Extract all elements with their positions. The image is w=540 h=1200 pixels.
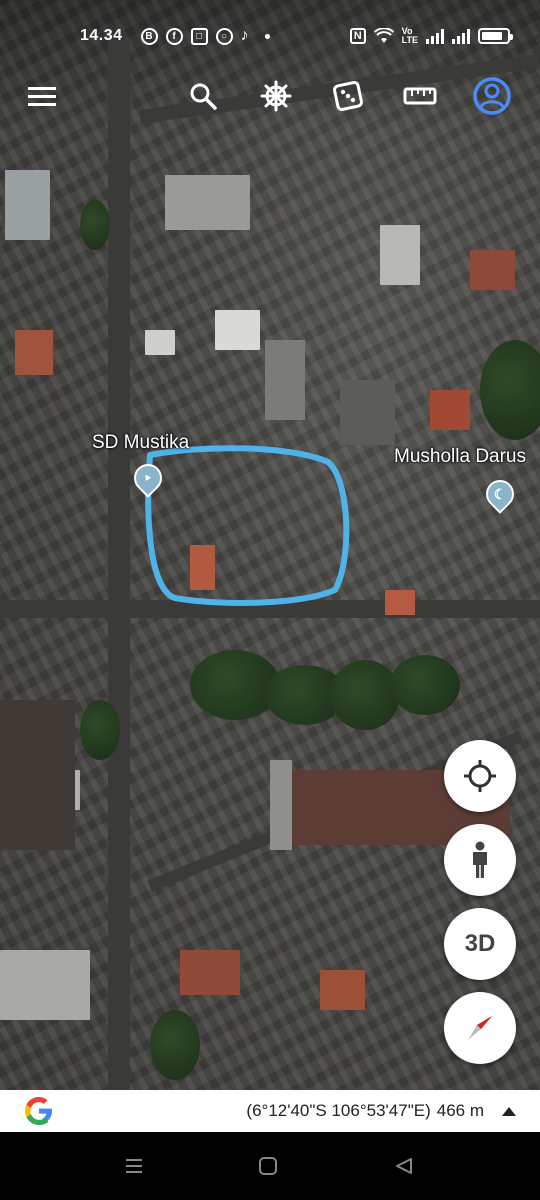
circle-app-icon: ○ bbox=[215, 27, 233, 45]
ruler-icon[interactable] bbox=[398, 74, 442, 118]
map-info-bar: (6°12'40"S 106°53'47"E) 466 m bbox=[0, 1090, 540, 1132]
search-icon[interactable] bbox=[181, 74, 225, 118]
voyager-icon[interactable] bbox=[254, 74, 298, 118]
tiktok-icon: ♪ bbox=[240, 27, 249, 44]
home-icon[interactable] bbox=[248, 1154, 288, 1178]
menu-icon[interactable] bbox=[20, 74, 64, 118]
map-label-mosque[interactable]: Musholla Darus bbox=[394, 446, 526, 468]
signal-icon bbox=[426, 28, 444, 44]
wifi-icon bbox=[373, 28, 394, 43]
my-location-button[interactable] bbox=[444, 740, 516, 812]
nfc-icon: N bbox=[349, 28, 366, 44]
recents-icon[interactable] bbox=[114, 1154, 154, 1178]
status-bar: 14.34 B f □ ○ ♪ N Vo LTE bbox=[0, 18, 540, 54]
b-app-icon: B bbox=[140, 27, 158, 45]
top-toolbar bbox=[0, 74, 540, 118]
crosshair-icon bbox=[464, 760, 496, 792]
shopping-bag-icon: □ bbox=[190, 27, 208, 45]
map-label-school[interactable]: SD Mustika bbox=[92, 432, 189, 454]
3d-label: 3D bbox=[464, 930, 496, 957]
back-icon[interactable] bbox=[384, 1154, 424, 1178]
dice-icon[interactable] bbox=[326, 74, 370, 118]
more-notifications-icon bbox=[264, 33, 270, 39]
account-icon[interactable] bbox=[470, 74, 514, 118]
compass-button[interactable] bbox=[444, 992, 516, 1064]
street-view-button[interactable] bbox=[444, 824, 516, 896]
facebook-icon: f bbox=[165, 27, 183, 45]
battery-icon bbox=[478, 28, 513, 44]
compass-icon bbox=[468, 1016, 492, 1040]
system-nav-bar bbox=[0, 1132, 540, 1200]
scale-readout: 466 m bbox=[436, 1101, 484, 1120]
coordinates-readout: (6°12'40"S 106°53'47"E) bbox=[246, 1101, 431, 1120]
expand-caret-icon[interactable] bbox=[502, 1106, 516, 1116]
signal-icon bbox=[452, 28, 470, 44]
volte-icon: Vo LTE bbox=[401, 26, 418, 45]
clock: 14.34 bbox=[80, 27, 123, 44]
system-icons: N Vo LTE bbox=[349, 26, 513, 45]
google-logo-icon bbox=[25, 1097, 52, 1125]
notification-icons: B f □ ○ ♪ bbox=[140, 27, 270, 45]
3d-toggle-button[interactable]: 3D bbox=[444, 908, 516, 980]
pegman-icon bbox=[473, 841, 487, 878]
